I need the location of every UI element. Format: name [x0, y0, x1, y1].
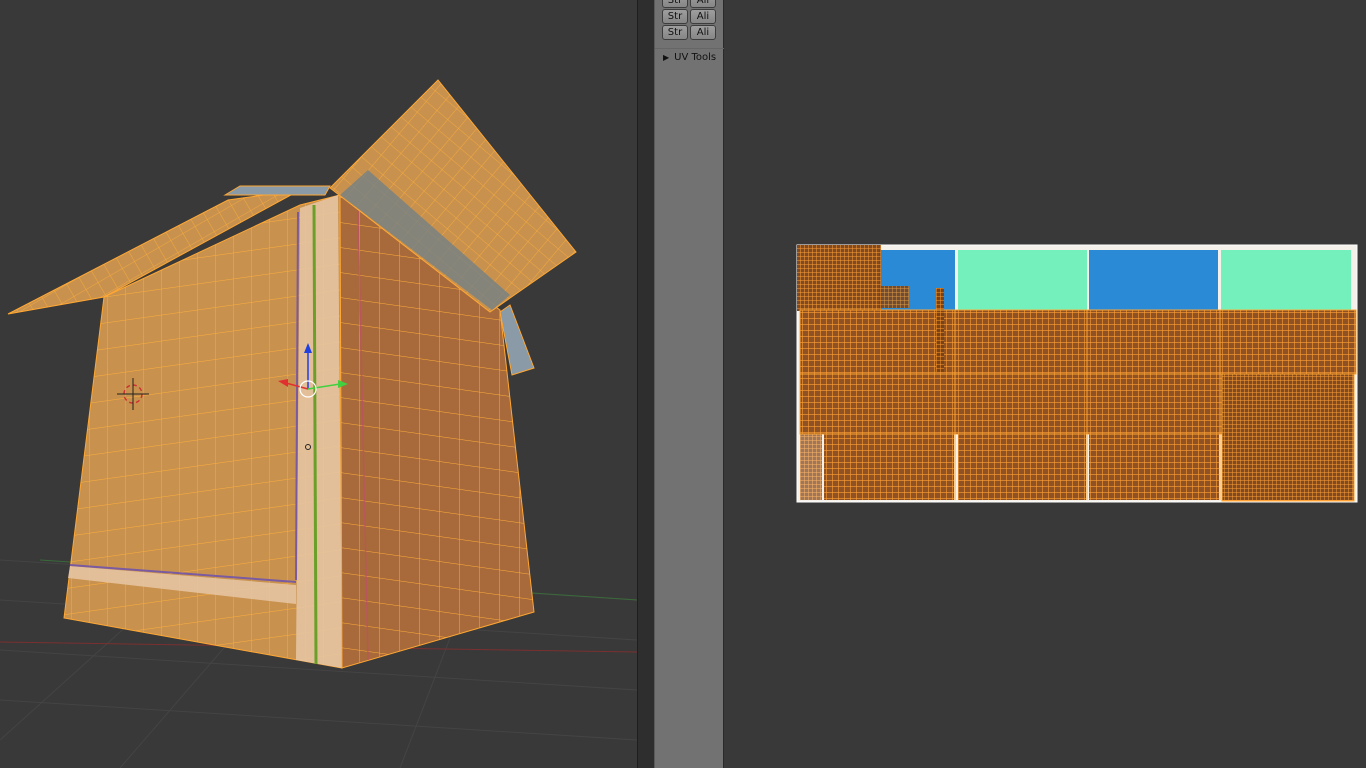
uv-image-editor[interactable]: [724, 0, 1366, 768]
align-button-2[interactable]: Ali: [690, 9, 716, 24]
straighten-button-2[interactable]: Str: [662, 9, 688, 24]
uv-canvas[interactable]: [724, 0, 1366, 768]
uv-tools-label: UV Tools: [674, 52, 717, 63]
uv-tool-shelf: Str Ali Str Ali Str Ali ▶ UV Tools: [654, 0, 725, 768]
triangle-right-icon[interactable]: ▶: [663, 53, 669, 62]
button-row-2: Str Ali: [662, 9, 718, 24]
viewport-canvas[interactable]: [0, 0, 637, 768]
button-row-1: Str Ali: [662, 0, 718, 8]
straighten-button-3[interactable]: Str: [662, 25, 688, 40]
mesh-seam-vertical: [296, 195, 342, 668]
button-row-3: Str Ali: [662, 25, 718, 40]
straighten-button-1[interactable]: Str: [662, 0, 688, 8]
area-divider[interactable]: [637, 0, 654, 768]
align-button-3[interactable]: Ali: [690, 25, 716, 40]
uv-tools-panel-header[interactable]: ▶ UV Tools: [655, 48, 725, 66]
seam-green-line: [312, 204, 318, 665]
align-button-1[interactable]: Ali: [690, 0, 716, 8]
3d-viewport[interactable]: [0, 0, 637, 768]
